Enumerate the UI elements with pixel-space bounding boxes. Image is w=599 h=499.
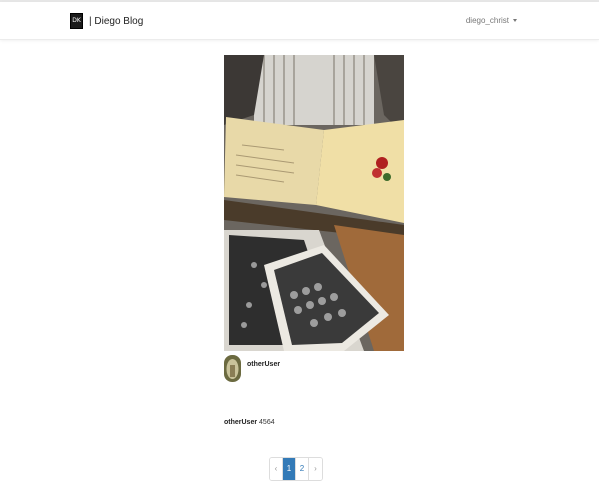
post-image[interactable] — [224, 55, 404, 351]
brand-link[interactable]: DK | Diego Blog — [70, 12, 143, 30]
avatar[interactable] — [224, 355, 241, 382]
author-name[interactable]: otherUser — [247, 361, 280, 368]
post-author[interactable]: otherUser — [224, 355, 280, 382]
user-menu-label: diego_christ — [465, 16, 509, 25]
next-page-button[interactable]: › — [309, 458, 322, 480]
caption-text: 4564 — [259, 419, 275, 426]
user-avatar-icon — [224, 355, 241, 382]
caret-down-icon — [513, 19, 517, 22]
caption-username[interactable]: otherUser — [224, 419, 257, 426]
page-2-button[interactable]: 2 — [296, 458, 309, 480]
brand-title: | Diego Blog — [89, 15, 144, 27]
user-menu-dropdown[interactable]: diego_christ — [466, 16, 517, 25]
post-caption: otherUser 4564 — [224, 419, 275, 426]
pagination: ‹ 1 2 › — [269, 457, 323, 481]
blog-logo-icon: DK — [70, 13, 83, 29]
vintage-photos-scrapbook-icon — [224, 55, 404, 351]
top-navbar: DK | Diego Blog diego_christ — [0, 2, 599, 40]
prev-page-button[interactable]: ‹ — [270, 458, 283, 480]
page-1-button[interactable]: 1 — [283, 458, 296, 480]
